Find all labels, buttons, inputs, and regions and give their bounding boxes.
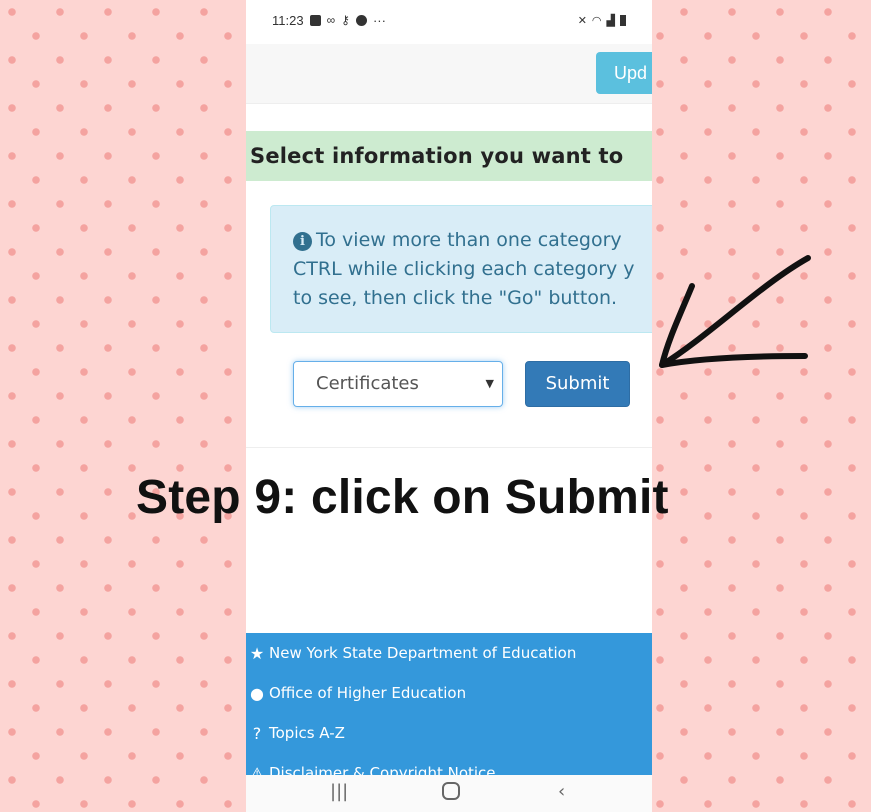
footer-link-topics[interactable]: ? Topics A-Z bbox=[246, 713, 652, 753]
status-left: 11:23 ∞ ⚷ ··· bbox=[272, 13, 386, 28]
info-line-3: to see, then click the "Go" button. bbox=[293, 287, 618, 309]
apple-icon: ● bbox=[250, 683, 264, 703]
android-nav-bar: ||| ‹ bbox=[246, 775, 652, 812]
submit-button[interactable]: Submit bbox=[525, 361, 630, 407]
arrow-annotation-icon bbox=[659, 255, 811, 368]
messenger-icon bbox=[355, 14, 367, 26]
phone-screen: 11:23 ∞ ⚷ ··· ✕ ◠ ▟ Upd Select informati… bbox=[246, 0, 652, 812]
info-line-1: i To view more than one category bbox=[293, 226, 652, 255]
key-icon: ⚷ bbox=[341, 13, 350, 27]
footer-links: ★ New York State Department of Education… bbox=[246, 633, 652, 775]
question-icon: ? bbox=[252, 723, 262, 743]
footer-link-higher-ed[interactable]: ● Office of Higher Education bbox=[246, 673, 652, 713]
footer-link-label: Office of Higher Education bbox=[269, 684, 467, 702]
status-right: ✕ ◠ ▟ bbox=[578, 14, 626, 27]
star-icon: ★ bbox=[249, 643, 265, 663]
infinity-icon: ∞ bbox=[326, 13, 336, 27]
divider bbox=[246, 447, 652, 448]
mute-icon: ✕ bbox=[577, 14, 587, 27]
warning-icon: ⚠ bbox=[249, 763, 265, 776]
status-time: 11:23 bbox=[272, 12, 304, 28]
status-bar: 11:23 ∞ ⚷ ··· ✕ ◠ ▟ bbox=[246, 0, 652, 40]
facebook-icon bbox=[309, 14, 321, 26]
home-icon[interactable] bbox=[442, 782, 460, 800]
recent-apps-icon[interactable]: ||| bbox=[330, 781, 348, 802]
top-bar: Upd bbox=[246, 44, 652, 104]
category-select[interactable]: Certificates ▼ bbox=[293, 361, 503, 407]
section-header: Select information you want to bbox=[246, 131, 652, 181]
info-text-1: To view more than one category bbox=[316, 229, 622, 251]
signal-icon: ▟ bbox=[606, 14, 615, 27]
screenshot-stage: 11:23 ∞ ⚷ ··· ✕ ◠ ▟ Upd Select informati… bbox=[0, 0, 871, 812]
update-button[interactable]: Upd bbox=[596, 52, 652, 94]
info-line-2: CTRL while clicking each category y bbox=[293, 258, 635, 280]
footer-link-label: Disclaimer & Copyright Notice bbox=[269, 764, 496, 775]
back-icon[interactable]: ‹ bbox=[558, 781, 565, 802]
step-caption: Step 9: click on Submit bbox=[136, 471, 669, 524]
category-select-value: Certificates bbox=[316, 373, 419, 394]
footer-link-nysed[interactable]: ★ New York State Department of Education bbox=[246, 633, 652, 673]
footer-link-label: Topics A-Z bbox=[269, 724, 345, 742]
footer-link-label: New York State Department of Education bbox=[269, 644, 577, 662]
wifi-icon: ◠ bbox=[591, 14, 602, 27]
more-icon: ··· bbox=[372, 12, 386, 28]
info-icon: i bbox=[293, 232, 312, 251]
caret-down-icon: ▼ bbox=[485, 377, 494, 390]
footer-link-disclaimer[interactable]: ⚠ Disclaimer & Copyright Notice bbox=[246, 753, 652, 776]
battery-icon bbox=[620, 14, 626, 26]
info-alert: i To view more than one category CTRL whi… bbox=[270, 205, 652, 333]
